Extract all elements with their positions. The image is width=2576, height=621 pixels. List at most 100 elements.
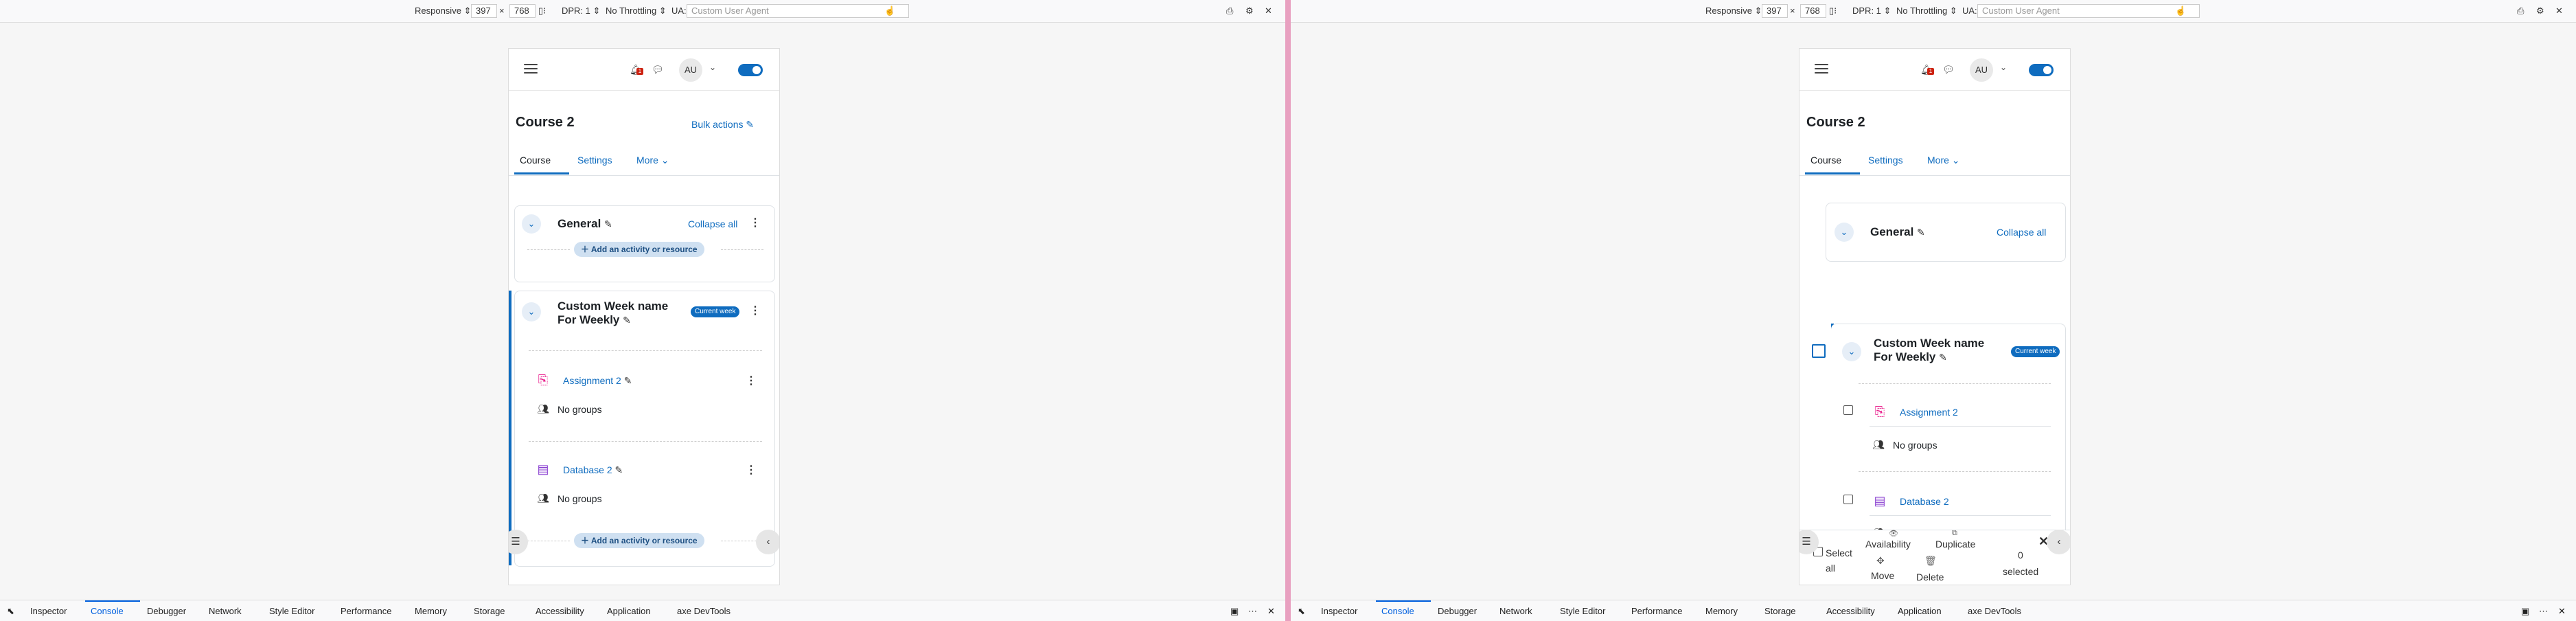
kebab-icon[interactable]: ⋮ bbox=[746, 463, 757, 477]
gear-icon[interactable]: ⚙ bbox=[1245, 5, 1254, 16]
ua-input[interactable]: Custom User Agent bbox=[1977, 4, 2200, 18]
tab-storage[interactable]: Storage bbox=[474, 606, 505, 616]
activity-link-assignment[interactable]: Assignment 2 bbox=[1900, 407, 1958, 418]
edit-mode-toggle[interactable] bbox=[2029, 64, 2054, 76]
chevron-down-icon[interactable]: ⌄ bbox=[522, 302, 541, 321]
tab-inspector[interactable]: Inspector bbox=[1321, 606, 1357, 616]
chevron-down-icon[interactable]: ⌄ bbox=[1842, 342, 1861, 361]
tab-style-editor[interactable]: Style Editor bbox=[1560, 606, 1605, 616]
section-checkbox[interactable] bbox=[1812, 344, 1826, 358]
throttling-select[interactable]: No Throttling ⇕ bbox=[606, 5, 667, 16]
dock-icon[interactable]: ▣ bbox=[2521, 606, 2529, 617]
close-icon[interactable]: ✕ bbox=[2558, 606, 2566, 617]
kebab-icon[interactable]: ⋮ bbox=[746, 374, 757, 387]
tab-settings[interactable]: Settings bbox=[577, 155, 612, 166]
tab-axe[interactable]: axe DevTools bbox=[1968, 606, 2021, 616]
touch-icon[interactable]: ☝ bbox=[2175, 5, 2186, 16]
tab-inspector[interactable]: Inspector bbox=[30, 606, 67, 616]
rotate-icon[interactable]: ▯⁝ bbox=[1829, 5, 1837, 16]
close-icon[interactable]: ✕ bbox=[1267, 606, 1275, 617]
add-activity-button[interactable]: ＋ Add an activity or resource bbox=[574, 533, 704, 548]
chat-icon[interactable]: 💬︎ bbox=[652, 64, 664, 76]
ua-input[interactable]: Custom User Agent bbox=[687, 4, 909, 18]
chevron-left-icon[interactable]: ‹ bbox=[756, 530, 779, 554]
activity-link-database[interactable]: Database 2 bbox=[1900, 496, 1949, 507]
rotate-icon[interactable]: ▯⁝ bbox=[538, 5, 546, 16]
kebab-icon[interactable]: ⋮ bbox=[750, 216, 761, 229]
tab-debugger[interactable]: Debugger bbox=[1438, 606, 1477, 616]
activity-checkbox[interactable] bbox=[1843, 405, 1853, 415]
tab-console[interactable]: Console bbox=[91, 606, 124, 616]
duplicate-button[interactable]: Duplicate bbox=[1935, 539, 1975, 550]
tab-application[interactable]: Application bbox=[1898, 606, 1942, 616]
tab-debugger[interactable]: Debugger bbox=[147, 606, 186, 616]
hamburger-icon[interactable] bbox=[1815, 64, 1828, 74]
menu-icon[interactable]: ⋯ bbox=[2539, 606, 2548, 617]
tab-network[interactable]: Network bbox=[1499, 606, 1532, 616]
hamburger-icon[interactable] bbox=[524, 64, 538, 74]
delete-button[interactable]: Delete bbox=[1916, 572, 1944, 583]
chevron-down-icon[interactable]: ⌄ bbox=[1835, 223, 1854, 242]
tab-application[interactable]: Application bbox=[607, 606, 651, 616]
touch-icon[interactable]: ☝ bbox=[884, 5, 895, 16]
pencil-icon[interactable]: ✎ bbox=[1939, 352, 1947, 363]
tab-memory[interactable]: Memory bbox=[415, 606, 447, 616]
height-input[interactable]: 768 bbox=[1800, 4, 1826, 18]
chevron-left-icon[interactable]: ‹ bbox=[2047, 530, 2070, 554]
move-button[interactable]: Move bbox=[1871, 570, 1894, 581]
dock-icon[interactable]: ▣ bbox=[1230, 606, 1239, 617]
activity-link-database[interactable]: Database 2 ✎ bbox=[563, 464, 623, 476]
pencil-icon[interactable]: ✎ bbox=[623, 315, 631, 326]
tab-performance[interactable]: Performance bbox=[1631, 606, 1682, 616]
dpr-select[interactable]: DPR: 1 ⇕ bbox=[562, 5, 600, 16]
responsive-select[interactable]: Responsive ⇕ bbox=[1705, 5, 1762, 16]
pencil-icon[interactable]: ✎ bbox=[604, 218, 612, 229]
tab-performance[interactable]: Performance bbox=[341, 606, 391, 616]
avatar[interactable]: AU bbox=[679, 58, 702, 82]
pencil-icon[interactable]: ✎ bbox=[615, 464, 623, 475]
tab-more[interactable]: More ⌄ bbox=[636, 155, 669, 166]
dpr-select[interactable]: DPR: 1 ⇕ bbox=[1852, 5, 1891, 16]
collapse-all-link[interactable]: Collapse all bbox=[1997, 227, 2046, 238]
tab-storage[interactable]: Storage bbox=[1764, 606, 1796, 616]
chevron-down-icon[interactable]: ⌄ bbox=[709, 63, 716, 72]
close-icon[interactable]: ✕ bbox=[2555, 5, 2563, 16]
tab-network[interactable]: Network bbox=[209, 606, 242, 616]
responsive-select[interactable]: Responsive ⇕ bbox=[415, 5, 471, 16]
chevron-down-icon[interactable]: ⌄ bbox=[522, 214, 541, 234]
width-input[interactable]: 397 bbox=[1762, 4, 1788, 18]
tab-course[interactable]: Course bbox=[520, 155, 551, 166]
bulk-actions-button[interactable]: Bulk actions ✎ bbox=[691, 119, 754, 131]
pencil-icon[interactable]: ✎ bbox=[624, 375, 632, 386]
tab-console[interactable]: Console bbox=[1381, 606, 1414, 616]
edit-mode-toggle[interactable] bbox=[738, 64, 763, 76]
picker-icon[interactable]: ⬉ bbox=[7, 606, 14, 617]
width-input[interactable]: 397 bbox=[471, 4, 497, 18]
avatar[interactable]: AU bbox=[1970, 58, 1993, 82]
pencil-icon[interactable]: ✎ bbox=[1917, 227, 1925, 238]
tab-more[interactable]: More ⌄ bbox=[1927, 155, 1960, 166]
collapse-all-link[interactable]: Collapse all bbox=[688, 218, 737, 229]
activity-link-assignment[interactable]: Assignment 2 ✎ bbox=[563, 375, 632, 387]
add-activity-button[interactable]: ＋ Add an activity or resource bbox=[574, 242, 704, 257]
activity-checkbox[interactable] bbox=[1843, 495, 1853, 504]
tab-course[interactable]: Course bbox=[1810, 155, 1841, 166]
tab-accessibility[interactable]: Accessibility bbox=[1826, 606, 1875, 616]
screenshot-icon[interactable]: ⎙ bbox=[1226, 5, 1233, 16]
height-input[interactable]: 768 bbox=[509, 4, 536, 18]
chat-icon[interactable]: 💬︎ bbox=[1942, 64, 1955, 76]
tab-accessibility[interactable]: Accessibility bbox=[536, 606, 584, 616]
throttling-select[interactable]: No Throttling ⇕ bbox=[1896, 5, 1957, 16]
tab-style-editor[interactable]: Style Editor bbox=[269, 606, 314, 616]
gear-icon[interactable]: ⚙ bbox=[2536, 5, 2544, 16]
close-icon[interactable]: ✕ bbox=[1265, 5, 1272, 16]
picker-icon[interactable]: ⬉ bbox=[1298, 606, 1305, 617]
tab-settings[interactable]: Settings bbox=[1868, 155, 1903, 166]
menu-icon[interactable]: ⋯ bbox=[1248, 606, 1257, 617]
select-all-label[interactable]: Select all bbox=[1826, 545, 1852, 576]
screenshot-icon[interactable]: ⎙ bbox=[2517, 5, 2524, 16]
kebab-icon[interactable]: ⋮ bbox=[750, 304, 761, 317]
pane-divider[interactable] bbox=[1285, 0, 1291, 621]
tab-axe[interactable]: axe DevTools bbox=[677, 606, 731, 616]
tab-memory[interactable]: Memory bbox=[1705, 606, 1738, 616]
